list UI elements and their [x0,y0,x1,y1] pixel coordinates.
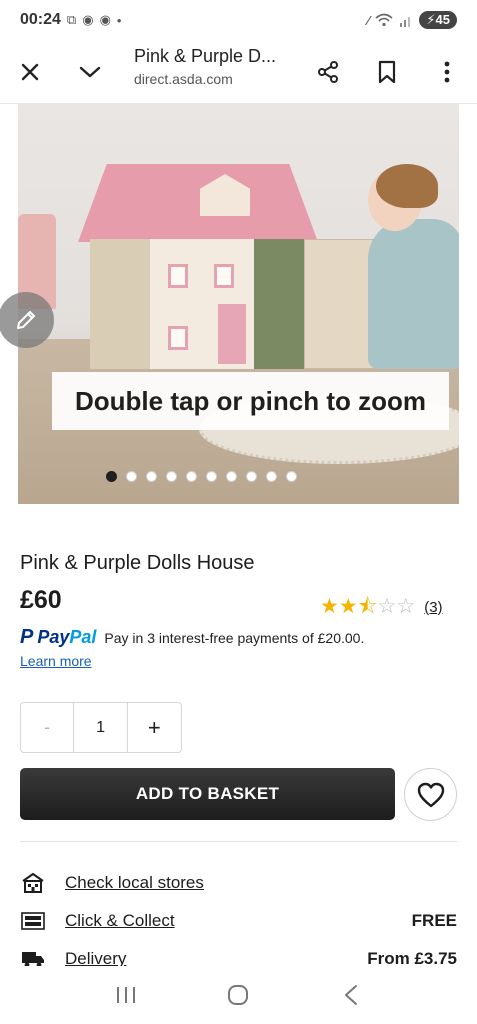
click-collect-icon [20,909,46,933]
paypal-text: Pay in 3 interest-free payments of £20.0… [104,629,365,646]
bookmark-icon [378,60,396,84]
dollhouse-window [168,326,188,350]
chevron-down-icon [79,66,101,78]
messenger-icon: ◉ [99,12,111,27]
battery-level: 45 [435,12,450,27]
bookmark-button[interactable] [367,52,407,92]
star-empty-icon: ☆ [377,595,397,618]
status-dot: • [116,12,122,28]
paypal-logo-pal: Pal [69,627,97,647]
battery-charging-icon: ⚡ [426,12,436,27]
dollhouse-interior [254,239,304,369]
pencil-icon [17,311,35,329]
mute-icon: ⁄ [367,12,370,28]
heart-icon [417,782,444,807]
close-icon [21,63,39,81]
click-collect-link[interactable]: Click & Collect [65,911,175,931]
share-button[interactable] [308,52,348,92]
product-image-carousel[interactable]: Double tap or pinch to zoom [18,104,459,504]
carousel-pagination[interactable] [18,471,459,482]
product-price: £60 [20,586,62,614]
decrease-quantity-button[interactable]: - [21,703,75,752]
signal-icon [400,17,411,27]
dollhouse-window [214,264,234,288]
carousel-dot[interactable] [265,471,277,482]
more-options-button[interactable] [427,52,467,92]
carousel-dot[interactable] [125,471,137,482]
carousel-dot[interactable] [285,471,297,482]
child-figure [368,219,459,369]
carousel-dot[interactable] [225,471,237,482]
recent-apps-icon [117,987,136,1003]
dollhouse-door [218,304,246,364]
carousel-dot[interactable] [185,471,197,482]
paypal-icon: P [20,626,34,648]
child-hair [376,164,438,208]
system-navigation-bar [0,966,477,1024]
click-collect-price: FREE [411,911,457,930]
paypal-banner: P PayPal Pay in 3 interest-free payments… [20,626,364,649]
star-full-icon: ★ [320,595,339,618]
carousel-dot[interactable] [105,471,117,482]
star-full-icon: ★ [338,595,358,618]
tab-title-area[interactable]: Pink & Purple D... direct.asda.com [134,46,304,87]
page-url: direct.asda.com [134,71,233,87]
status-bar: 00:24 ⧉ ◉ ◉ • ⁄ ⚡45 [0,0,477,40]
edit-floating-button[interactable] [0,292,54,348]
carousel-dot[interactable] [205,471,217,482]
product-name: Pink & Purple Dolls House [20,552,255,574]
dollhouse-roof [78,164,318,242]
product-rating[interactable]: ★★⯪☆☆ (3) [320,595,443,618]
minimize-tab-button[interactable] [70,52,110,92]
carousel-dot[interactable] [245,471,257,482]
status-time: 00:24 [20,11,61,28]
share-icon [318,61,338,83]
paypal-logo: PayPal [37,627,96,648]
section-divider [20,841,457,842]
screenshot-icon: ⧉ [66,12,77,27]
star-empty-icon: ☆ [396,595,416,618]
star-half-icon: ⯪ [357,595,378,618]
review-count-link[interactable]: (3) [424,599,442,616]
dollhouse-window [168,264,188,288]
wifi-icon [375,13,393,27]
home-icon [228,985,249,1005]
paypal-logo-pay: Pay [37,627,70,647]
carousel-dot[interactable] [145,471,157,482]
close-tab-button[interactable] [10,52,50,92]
increase-quantity-button[interactable]: + [128,703,181,752]
quantity-value[interactable]: 1 [74,703,128,752]
zoom-hint: Double tap or pinch to zoom [52,372,449,430]
page-title: Pink & Purple D... [134,46,277,66]
check-local-stores-row[interactable]: Check local stores [20,869,457,897]
wishlist-button[interactable] [404,768,457,821]
dollhouse-side [90,239,152,369]
home-button[interactable] [218,975,258,1015]
learn-more-link[interactable]: Learn more [20,653,92,669]
check-local-stores-link[interactable]: Check local stores [65,873,204,893]
rating-stars: ★★⯪☆☆ [320,595,416,618]
messenger-icon: ◉ [82,12,94,27]
battery-indicator: ⚡45 [419,11,457,29]
more-vertical-icon [444,61,450,83]
dollhouse-open-door [304,239,374,369]
store-icon [20,871,46,895]
quantity-stepper: - 1 + [20,702,182,753]
browser-toolbar: Pink & Purple D... direct.asda.com [0,40,477,104]
click-collect-row[interactable]: Click & Collect FREE [20,907,457,935]
back-button[interactable] [331,975,371,1015]
back-icon [344,985,357,1005]
recent-apps-button[interactable] [106,975,146,1015]
carousel-dot[interactable] [165,471,177,482]
add-to-basket-button[interactable]: ADD TO BASKET [20,768,395,820]
